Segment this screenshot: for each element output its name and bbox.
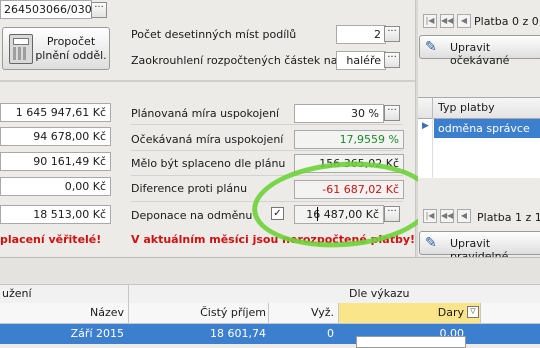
account-value: 264503066/0300	[4, 3, 99, 16]
amount-field-2: 94 678,00 Kč	[0, 127, 111, 146]
bottom-top-strip	[0, 257, 540, 285]
amount-field-4: 0,00 Kč	[0, 177, 111, 196]
dropdown-popup	[356, 336, 466, 348]
planned-label: Plánovaná míra uspokojení	[131, 107, 280, 120]
first-icon-bottom[interactable]: |◀	[423, 209, 437, 223]
planned-field[interactable]: 30 %	[294, 104, 384, 123]
rounding-label: Zaokrouhlení rozpočtených částek na	[131, 54, 338, 67]
nav-label-top: Platba 0 z 0	[474, 15, 539, 28]
col-dary[interactable]: Dary ▽	[339, 303, 480, 323]
decimal-places-label: Počet desetinných míst podílů	[131, 28, 297, 41]
payment-grid: Typ platby ▶ odměna správce	[418, 97, 540, 178]
pencil-icon: ✎	[425, 235, 437, 251]
pencil-icon: ✎	[425, 39, 437, 55]
filter-icon[interactable]: ▽	[467, 306, 479, 318]
bottom-table: užení Dle výkazu Název Čistý příjem Vyž.…	[0, 284, 540, 348]
propocet-button[interactable]: Propočet plnění odděl.	[2, 27, 110, 70]
should-label: Mělo být splaceno dle plánu	[131, 157, 286, 170]
edit-expected-button[interactable]: ✎ Upravit očekávané	[419, 35, 540, 67]
amount-field-1: 1 645 947,61 Kč	[0, 103, 111, 122]
left-amounts-column: 1 645 947,61 Kč 94 678,00 Kč 90 161,49 K…	[0, 103, 112, 228]
grid-header: Typ platby	[418, 98, 540, 119]
planned-dots-button[interactable]: ···	[384, 105, 400, 121]
rounding-dots-button[interactable]: ···	[384, 52, 400, 68]
account-field[interactable]: 264503066/0300	[0, 0, 99, 19]
propocet-label-1: Propočet	[46, 35, 96, 48]
warning-left: placení věřitelé!	[0, 233, 102, 246]
group-header-row: užení Dle výkazu	[0, 284, 540, 304]
row-pointer-icon: ▶	[422, 121, 429, 131]
decimal-places-dots-button[interactable]: ···	[384, 26, 400, 42]
amount-field-5: 18 513,00 Kč	[0, 205, 111, 224]
edit-regular-button[interactable]: ✎ Upravit pravidelné	[419, 231, 540, 263]
deposit-label: Deponace na odměnu	[131, 209, 253, 222]
grid-row[interactable]: ▶ odměna správce	[418, 119, 540, 138]
rounding-field[interactable]: haléře	[336, 51, 386, 70]
prev-page-icon[interactable]: ◀◀	[440, 14, 454, 28]
edit-expected-label: Upravit očekávané	[450, 41, 510, 67]
expected-label: Očekávaná míra uspokojení	[131, 133, 284, 146]
diff-label: Diference proti plánu	[131, 182, 248, 195]
col-cisty-prijem[interactable]: Čistý příjem	[129, 306, 266, 319]
panel-divider	[0, 80, 415, 82]
column-header-row: Název Čistý příjem Vyž. Dary ▽	[0, 303, 540, 324]
calculator-icon	[9, 34, 33, 64]
prev-icon-bottom[interactable]: ◀	[457, 209, 471, 223]
col-nazev[interactable]: Název	[0, 306, 124, 319]
prev-icon[interactable]: ◀	[457, 14, 471, 28]
nav-label-bottom: Platba 1 z 1	[477, 211, 540, 224]
col-vyz[interactable]: Vyž.	[269, 306, 334, 319]
expected-field: 17,9559 %	[294, 130, 404, 149]
first-icon[interactable]: |◀	[423, 14, 437, 28]
account-dots-button[interactable]: ···	[91, 2, 107, 18]
prev-page-icon-bottom[interactable]: ◀◀	[440, 209, 454, 223]
amount-field-3: 90 161,49 Kč	[0, 152, 111, 171]
propocet-label-2: plnění odděl.	[35, 49, 107, 62]
decimal-places-field[interactable]: 2	[336, 25, 386, 44]
